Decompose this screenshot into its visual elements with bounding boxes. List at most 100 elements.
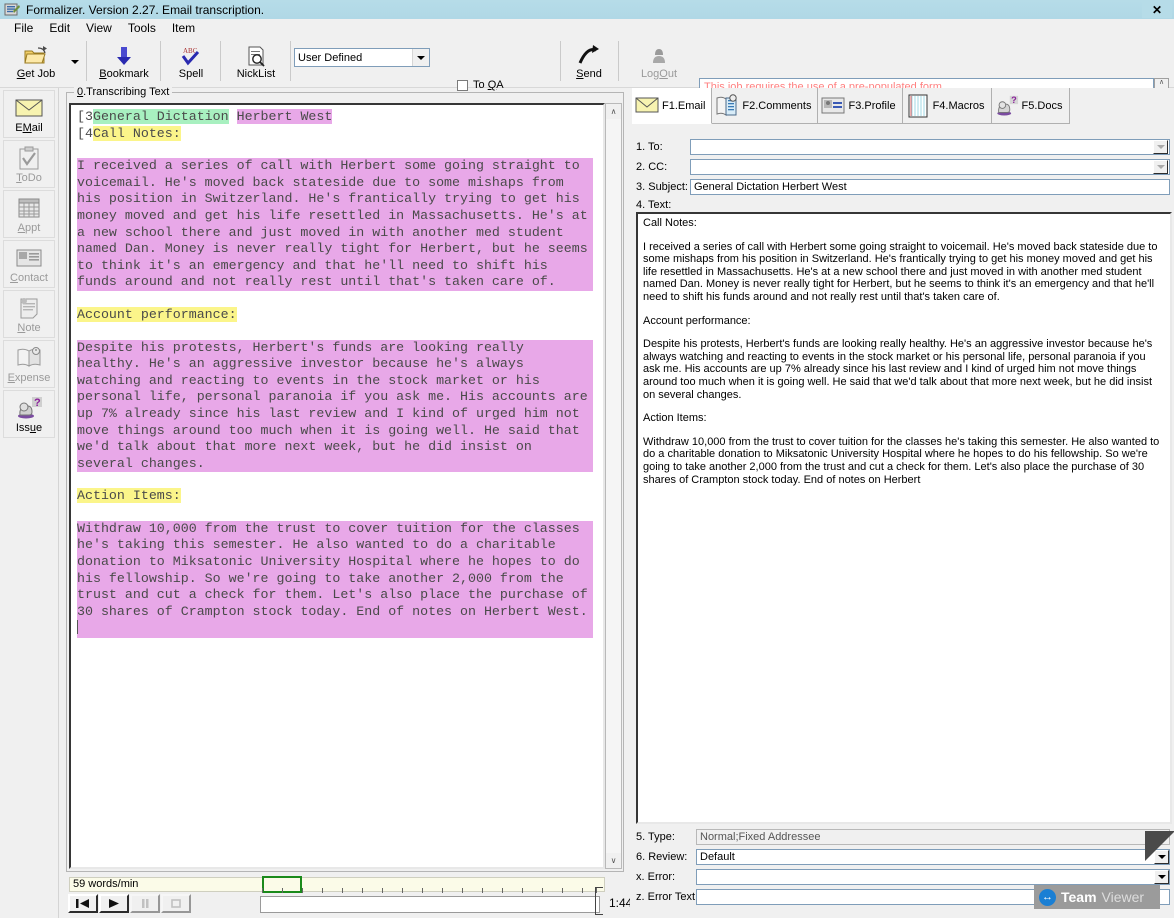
note-icon [17,295,41,321]
menu-item[interactable]: Item [164,20,203,36]
menu-view[interactable]: View [78,20,120,36]
sidebar-item-contact[interactable]: Contact [3,240,55,288]
logout-button[interactable]: LogOut [630,39,688,83]
editor-paragraph-3: Withdraw 10,000 from the trust to cover … [77,521,593,638]
tab-f2-comments-label: F2.Comments [742,100,811,112]
spell-label: Spell [179,68,203,80]
subject-input[interactable]: General Dictation Herbert West [690,179,1170,195]
cc-input[interactable] [690,159,1170,175]
menu-edit[interactable]: Edit [41,20,78,36]
get-job-button[interactable]: Get Job [6,39,66,83]
to-dropdown-arrow[interactable] [1153,140,1168,154]
line2-marker: [4 [77,126,93,141]
text-caret [77,620,78,634]
editor-scroll-up-icon[interactable]: ∧ [606,104,621,119]
bookmark-button[interactable]: Bookmark [90,39,158,83]
teamviewer-light-text: Viewer [1102,889,1145,905]
template-combobox-value: User Defined [295,52,412,64]
open-folder-icon [23,44,49,68]
editor-scrollbar[interactable]: ∧ ∨ [605,103,622,869]
tab-f4-macros[interactable]: F4.Macros [903,88,992,124]
subject-value: General Dictation Herbert West [694,181,847,193]
pause-button[interactable] [130,894,160,913]
teamviewer-logo-icon: ↔ [1039,889,1056,906]
sidebar-item-expense[interactable]: Expense [3,340,55,388]
transcribing-group-label-text: .Transcribing Text [83,86,169,98]
formalizer-icon [4,2,20,18]
teamviewer-badge: ↔ TeamViewer [1034,885,1160,909]
tab-f1-email[interactable]: F1.Email [632,88,712,124]
issue-question-icon: ? [15,395,43,421]
line1-marker: [3 [77,109,93,124]
error-dropdown-arrow[interactable] [1154,870,1169,884]
body-paragraph-1: I received a series of call with Herbert… [643,241,1165,304]
seek-ticks [260,888,600,896]
type-value: Normal;Fixed Addressee [700,831,820,843]
svg-text:?: ? [1011,95,1017,105]
line2-yellow-text: Call Notes: [93,126,181,141]
document-search-icon [245,44,267,68]
play-button[interactable] [99,894,129,913]
text-label: 4. Text: [636,199,671,211]
error-input[interactable] [696,869,1170,885]
seek-bar[interactable] [260,896,600,913]
close-icon[interactable]: ✕ [1142,1,1172,18]
email-body-textarea[interactable]: Call Notes: I received a series of call … [636,212,1172,824]
scroll-up-icon[interactable]: ∧ [1159,79,1164,87]
get-job-dropdown-arrow[interactable] [66,39,84,85]
docs-question-icon: ? [995,94,1019,118]
body-paragraph-3: Withdraw 10,000 from the trust to cover … [643,436,1165,486]
cc-dropdown-arrow[interactable] [1153,160,1168,174]
stop-button[interactable] [161,894,191,913]
bookmark-arrow-icon [113,44,135,68]
sidebar-item-email[interactable]: EMail [3,90,55,138]
transcribing-group-label: 0.Transcribing Text [74,86,172,98]
subject-label: 3. Subject: [636,181,690,193]
sidebar-item-note[interactable]: Note [3,290,55,338]
to-label: 1. To: [636,141,690,153]
comments-book-icon [715,94,739,118]
body-heading-account-performance: Account performance: [643,315,1165,328]
body-paragraph-2: Despite his protests, Herbert's funds ar… [643,338,1165,401]
send-button[interactable]: Send [564,39,614,83]
toolbar: Get Job Bookmark ABC Spell [0,37,1174,88]
cc-label: 2. CC: [636,161,690,173]
cc-field-row: 2. CC: [636,159,1172,175]
to-qa-checkbox[interactable]: To QA [457,79,504,91]
menu-tools[interactable]: Tools [120,20,164,36]
error-label: x. Error: [636,871,696,883]
template-combobox[interactable]: User Defined [294,48,430,67]
editor-scroll-down-icon[interactable]: ∨ [606,853,621,868]
to-input[interactable] [690,139,1170,155]
error-field-row: x. Error: [636,869,1172,885]
application-window: Formalizer. Version 2.27. Email transcri… [0,0,1174,918]
sidebar-item-todo[interactable]: ToDo [3,140,55,188]
tab-f5-docs-label: F5.Docs [1022,100,1063,112]
tab-f2-comments[interactable]: F2.Comments [712,88,818,124]
spell-button[interactable]: ABC Spell [164,39,218,83]
calendar-icon [17,195,41,221]
editor-paragraph-1: I received a series of call with Herbert… [77,158,593,291]
editor-heading-action-items: Action Items: [77,488,181,503]
type-label: 5. Type: [636,831,696,843]
seek-thumb[interactable] [595,887,603,915]
expense-book-icon [16,345,42,371]
nicklist-button[interactable]: NickList [224,39,288,83]
review-label: 6. Review: [636,851,696,863]
menu-file[interactable]: File [6,20,41,36]
rewind-start-button[interactable] [68,894,98,913]
line1-pink-text: Herbert West [237,109,333,124]
sidebar-item-issue[interactable]: ? Issue [3,390,55,438]
body-heading-action-items: Action Items: [643,412,1165,425]
clipboard-check-icon [18,145,40,171]
tab-f3-profile[interactable]: F3.Profile [818,88,902,124]
tab-f5-docs[interactable]: ? F5.Docs [992,88,1070,124]
get-job-label-rest: et Job [25,68,55,80]
tab-f4-macros-label: F4.Macros [933,100,985,112]
transcription-editor[interactable]: [3General Dictation Herbert West [4Call … [69,103,605,869]
title-bar: Formalizer. Version 2.27. Email transcri… [0,0,1174,20]
nicklist-label: NickList [237,68,276,80]
template-combobox-arrow[interactable] [412,49,429,66]
review-input[interactable]: Default [696,849,1170,865]
sidebar-item-appt[interactable]: Appt [3,190,55,238]
